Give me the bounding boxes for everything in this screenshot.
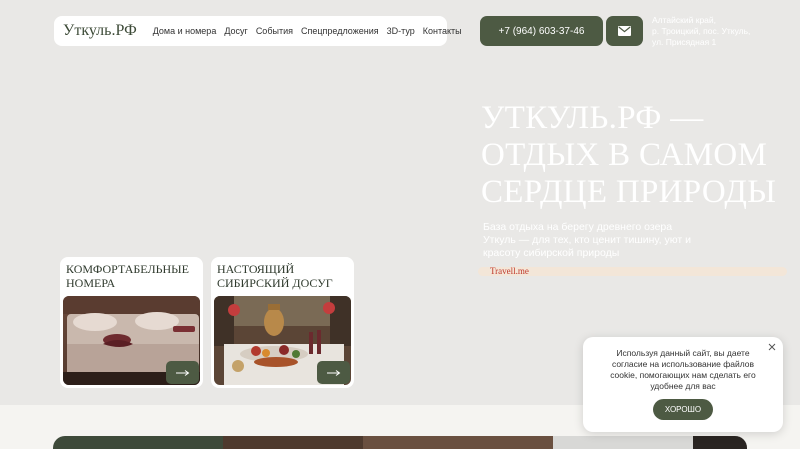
nav-item-offers[interactable]: Спецпредложения [301,26,379,36]
phone-button[interactable]: +7 (964) 603-37-46 [480,16,603,46]
mail-button[interactable] [606,16,643,46]
section-photo-strip [53,436,747,449]
card-rooms[interactable]: Комфортабельные номера [60,257,203,388]
watermark-text: Travell.me [490,266,529,276]
arrow-right-icon [175,369,189,376]
hero-title: Уткуль.рф — отдых в самом сердце природы [481,100,777,210]
card-title: Настоящий сибирский досуг [217,262,333,290]
envelope-icon [618,26,631,36]
cookie-accept-button[interactable]: ХОРОШО [653,399,713,420]
address-text: Алтайский край, р. Троицкий, пос. Уткуль… [652,15,751,47]
card-leisure-arrow-button[interactable] [317,361,350,384]
arrow-right-icon [326,369,340,376]
nav-item-houses[interactable]: Дома и номера [153,26,217,36]
nav-item-contacts[interactable]: Контакты [423,26,462,36]
site-logo[interactable]: Уткуль.РФ [63,22,137,40]
top-navbar: Уткуль.РФ Дома и номера Досуг События Сп… [54,16,462,46]
cookie-banner: Используя данный сайт, вы даете согласие… [583,337,783,432]
nav-item-events[interactable]: События [256,26,293,36]
card-rooms-arrow-button[interactable] [166,361,199,384]
nav-item-leisure[interactable]: Досуг [224,26,247,36]
card-leisure[interactable]: Настоящий сибирский досуг [211,257,354,388]
card-title: Комфортабельные номера [66,262,189,290]
hero-subtitle: База отдыха на берегу древнего озера Утк… [483,221,691,259]
nav-item-3d-tour[interactable]: 3D-тур [387,26,415,36]
cookie-message: Используя данный сайт, вы даете согласие… [610,348,756,391]
